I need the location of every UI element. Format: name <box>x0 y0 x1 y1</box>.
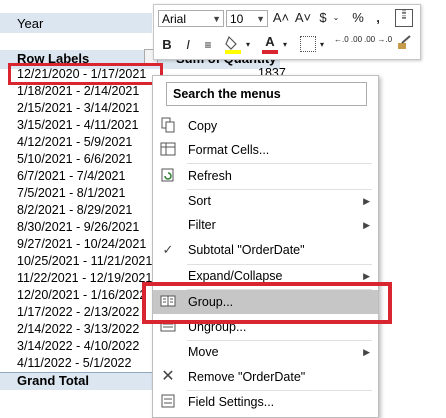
currency-button[interactable]: $ <box>316 9 330 27</box>
pivot-row[interactable]: 2/14/2022 - 3/13/2022 <box>17 321 162 338</box>
submenu-arrow-icon: ▶ <box>363 347 370 357</box>
group-highlight <box>142 282 392 324</box>
shrink-font-button[interactable]: A˅ <box>294 9 312 27</box>
borders-icon[interactable] <box>300 36 316 52</box>
pivot-row[interactable]: 4/11/2022 - 5/1/2022 <box>17 355 162 372</box>
font-size-combo[interactable]: 10 ▼ <box>226 10 268 27</box>
font-size-value: 10 <box>230 12 244 26</box>
pivot-row[interactable]: 6/7/2021 - 7/4/2021 <box>17 168 162 185</box>
bold-button[interactable]: B <box>160 36 174 54</box>
menu-item-format-cells[interactable]: Format Cells... <box>153 138 378 162</box>
refresh-icon <box>159 167 177 185</box>
chevron-down-icon[interactable]: ▾ <box>281 36 289 54</box>
grand-total-label[interactable]: Grand Total <box>17 373 89 388</box>
menu-item-label: Remove "OrderDate" <box>188 370 306 384</box>
fill-color-button[interactable] <box>224 34 242 59</box>
chevron-down-icon: ▼ <box>256 14 265 24</box>
pivot-row[interactable]: 3/15/2021 - 4/11/2021 <box>17 117 162 134</box>
format-cells-icon <box>159 141 177 159</box>
font-color-button[interactable]: A <box>262 34 278 54</box>
copy-icon <box>159 117 177 135</box>
pivot-row[interactable]: 5/10/2021 - 6/6/2021 <box>17 151 162 168</box>
chevron-down-icon[interactable]: ⌄ <box>331 9 341 27</box>
pivot-row[interactable]: 1/18/2021 - 2/14/2021 <box>17 83 162 100</box>
increase-decimal-button[interactable]: ←.0 .00 <box>334 35 362 44</box>
menu-item-label: Field Settings... <box>188 395 275 409</box>
close-icon: ✕ <box>161 368 175 385</box>
first-row-highlight <box>8 63 163 85</box>
field-settings-icon <box>159 393 177 411</box>
checkmark-icon: ✓ <box>162 242 174 257</box>
menu-item-field-settings[interactable]: Field Settings... <box>153 390 378 414</box>
paint-bucket-icon <box>225 35 241 54</box>
menu-item-filter[interactable]: Filter ▶ <box>153 213 378 237</box>
submenu-arrow-icon: ▶ <box>363 220 370 230</box>
menu-item-label: Sort <box>188 194 211 208</box>
pivot-row[interactable]: 8/30/2021 - 9/26/2021 <box>17 219 162 236</box>
pivot-row[interactable]: 12/20/2021 - 1/16/2022 <box>17 287 162 304</box>
year-filter-label[interactable]: Year <box>17 16 43 31</box>
paintbrush-icon <box>398 35 411 49</box>
pivot-row[interactable]: 2/15/2021 - 3/14/2021 <box>17 100 162 117</box>
pivot-row[interactable]: 10/25/2021 - 11/21/2021 <box>17 253 162 270</box>
decrease-decimal-button[interactable]: .00 →.0 <box>364 35 392 44</box>
pivot-row[interactable]: 4/12/2021 - 5/9/2021 <box>17 134 162 151</box>
menu-item-label: Subtotal "OrderDate" <box>188 243 305 257</box>
pivot-row[interactable]: 7/5/2021 - 8/1/2021 <box>17 185 162 202</box>
chevron-down-icon[interactable]: ▾ <box>318 36 326 54</box>
format-painter-button[interactable] <box>395 34 413 57</box>
menu-item-label: Move <box>188 345 219 359</box>
format-table-icon[interactable]: ≡ ≡ <box>395 9 413 27</box>
mini-toolbar: Arial ▼ 10 ▼ A˄ A˅ $ ⌄ % , ≡ ≡ B I ≡ ▾ A … <box>153 4 421 60</box>
context-menu: Search the menus Copy Format Cells... Re… <box>152 75 379 418</box>
menu-item-sort[interactable]: Sort ▶ <box>153 189 378 213</box>
font-name-combo[interactable]: Arial ▼ <box>158 10 224 27</box>
pivot-row[interactable]: 3/14/2022 - 4/10/2022 <box>17 338 162 355</box>
menu-item-label: Copy <box>188 119 218 133</box>
search-menus-input[interactable]: Search the menus <box>166 82 367 106</box>
pivot-row[interactable]: 1/17/2022 - 2/13/2022 <box>17 304 162 321</box>
menu-item-label: Filter <box>188 218 216 232</box>
pivot-row[interactable]: 8/2/2021 - 8/29/2021 <box>17 202 162 219</box>
percent-button[interactable]: % <box>350 9 366 27</box>
italic-button[interactable]: I <box>181 36 195 54</box>
chevron-down-icon[interactable]: ▾ <box>244 36 252 54</box>
chevron-down-icon: ▼ <box>212 14 221 24</box>
menu-item-label: Format Cells... <box>188 143 270 157</box>
submenu-arrow-icon: ▶ <box>363 196 370 206</box>
pivot-row-list: 12/21/2020 - 1/17/2021 1/18/2021 - 2/14/… <box>17 66 162 373</box>
font-name-value: Arial <box>162 12 187 26</box>
menu-item-move[interactable]: Move ▶ <box>153 340 378 364</box>
menu-item-copy[interactable]: Copy <box>153 114 378 138</box>
comma-style-button[interactable]: , <box>371 9 385 27</box>
menu-item-label: Refresh <box>188 169 232 183</box>
menu-item-remove[interactable]: ✕ Remove "OrderDate" <box>153 365 378 389</box>
menu-item-refresh[interactable]: Refresh <box>153 164 378 188</box>
pivot-row[interactable]: 9/27/2021 - 10/24/2021 <box>17 236 162 253</box>
menu-item-subtotal[interactable]: ✓ Subtotal "OrderDate" <box>153 238 378 262</box>
pivot-row[interactable]: 11/22/2021 - 12/19/2021 <box>17 270 162 287</box>
grow-font-button[interactable]: A˄ <box>272 9 290 27</box>
align-center-icon[interactable]: ≡ <box>201 36 215 54</box>
